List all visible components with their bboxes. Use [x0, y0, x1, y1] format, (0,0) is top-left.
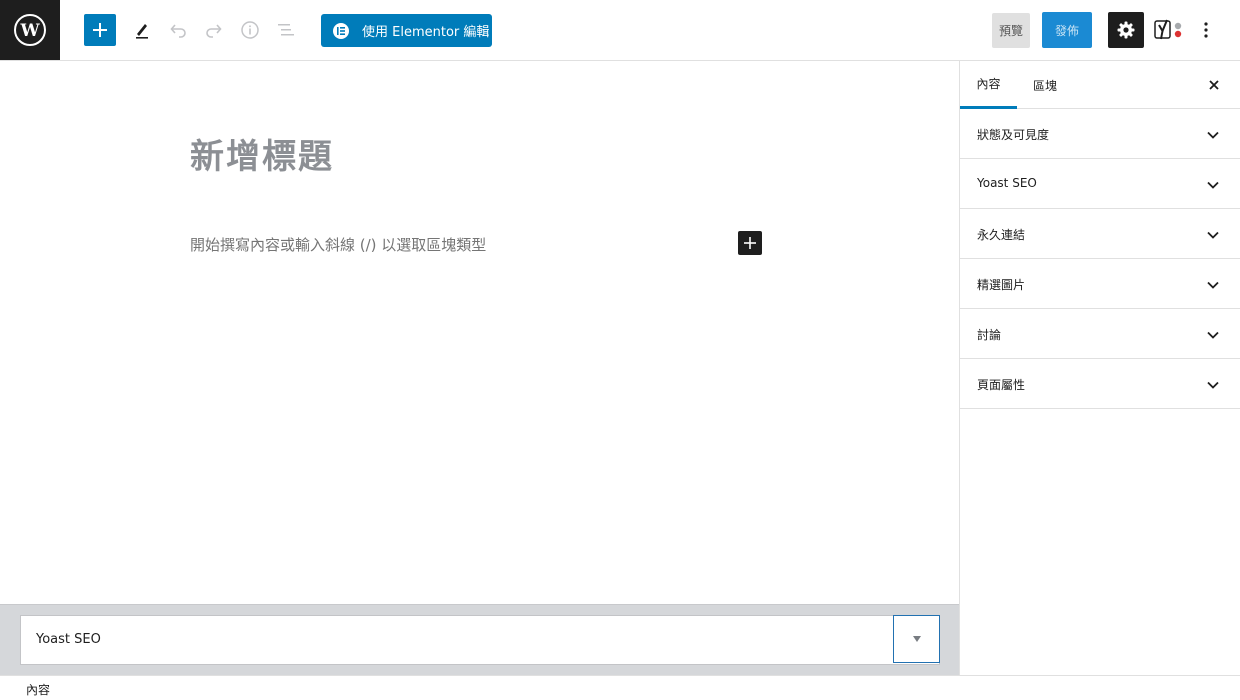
metaboxes-area: Yoast SEO: [0, 604, 959, 675]
gear-icon: [1117, 21, 1135, 39]
metabox-toggle-button[interactable]: [893, 615, 940, 663]
chevron-down-icon: [1207, 281, 1219, 289]
editor-canvas: 新增標題 開始撰寫內容或輸入斜線 (/) 以選取區塊類型: [0, 61, 959, 604]
panel-featured-image[interactable]: 精選圖片: [960, 259, 1240, 309]
chevron-down-icon: [1207, 381, 1219, 389]
preview-button[interactable]: 預覽: [992, 13, 1030, 48]
panel-status-visibility[interactable]: 狀態及可見度: [960, 109, 1240, 159]
editor-toolbar: W 使用 Elementor 編輯 預覽 發佈: [0, 0, 1240, 61]
tab-document[interactable]: 內容: [960, 61, 1017, 109]
add-block-button[interactable]: [84, 14, 116, 46]
panel-permalink[interactable]: 永久連結: [960, 209, 1240, 259]
publish-button[interactable]: 發佈: [1042, 12, 1092, 48]
yoast-seo-metabox: Yoast SEO: [20, 615, 940, 665]
list-view-icon: [278, 24, 294, 36]
tab-block[interactable]: 區塊: [1017, 61, 1073, 109]
close-icon: [1209, 80, 1219, 90]
panel-discussion[interactable]: 討論: [960, 309, 1240, 359]
more-options-button[interactable]: [1192, 14, 1220, 46]
caret-down-icon: [912, 636, 921, 642]
post-title-input[interactable]: 新增標題: [190, 129, 334, 178]
wordpress-logo-icon[interactable]: W: [0, 0, 60, 60]
inline-add-block-button[interactable]: [738, 231, 762, 255]
panel-label: 精選圖片: [977, 278, 1026, 292]
details-button[interactable]: [234, 14, 266, 46]
panel-label: 頁面屬性: [977, 378, 1026, 392]
breadcrumb-item[interactable]: 內容: [26, 681, 50, 698]
panel-label: 永久連結: [977, 228, 1026, 242]
panel-page-attributes[interactable]: 頁面屬性: [960, 359, 1240, 409]
chevron-down-icon: [1207, 131, 1219, 139]
block-appender-placeholder[interactable]: 開始撰寫內容或輸入斜線 (/) 以選取區塊類型: [190, 234, 486, 255]
panel-label: Yoast SEO: [977, 176, 1037, 190]
edit-with-elementor-label: 使用 Elementor 編輯: [362, 25, 490, 40]
panel-yoast-seo[interactable]: Yoast SEO: [960, 159, 1240, 209]
redo-icon: [206, 24, 222, 38]
panel-label: 狀態及可見度: [977, 128, 1050, 142]
settings-sidebar: 內容 區塊 狀態及可見度 Yoast SEO 永久連結 精選圖片 討論 頁面屬性: [959, 61, 1240, 675]
yoast-seo-button[interactable]: [1152, 14, 1186, 46]
metabox-title: Yoast SEO: [36, 632, 101, 647]
more-vertical-icon: [1204, 22, 1208, 38]
list-view-button[interactable]: [270, 14, 302, 46]
elementor-icon: [333, 22, 349, 39]
chevron-down-icon: [1207, 231, 1219, 239]
yoast-logo-icon: [1154, 19, 1182, 40]
pencil-icon: [136, 24, 148, 39]
edit-with-elementor-button[interactable]: 使用 Elementor 編輯: [321, 14, 492, 47]
plus-icon: [93, 23, 107, 37]
svg-text:W: W: [19, 21, 40, 41]
tools-button[interactable]: [126, 14, 158, 46]
plus-icon: [744, 237, 756, 249]
undo-icon: [170, 24, 186, 38]
settings-button[interactable]: [1108, 12, 1144, 48]
chevron-down-icon: [1207, 331, 1219, 339]
chevron-down-icon: [1207, 181, 1219, 189]
close-sidebar-button[interactable]: [1202, 73, 1226, 97]
block-breadcrumb-bar: 內容: [0, 675, 1240, 700]
panel-label: 討論: [977, 328, 1002, 342]
undo-button[interactable]: [162, 14, 194, 46]
sidebar-tabs: 內容 區塊: [960, 61, 1240, 109]
redo-button[interactable]: [198, 14, 230, 46]
info-icon: [241, 21, 259, 39]
